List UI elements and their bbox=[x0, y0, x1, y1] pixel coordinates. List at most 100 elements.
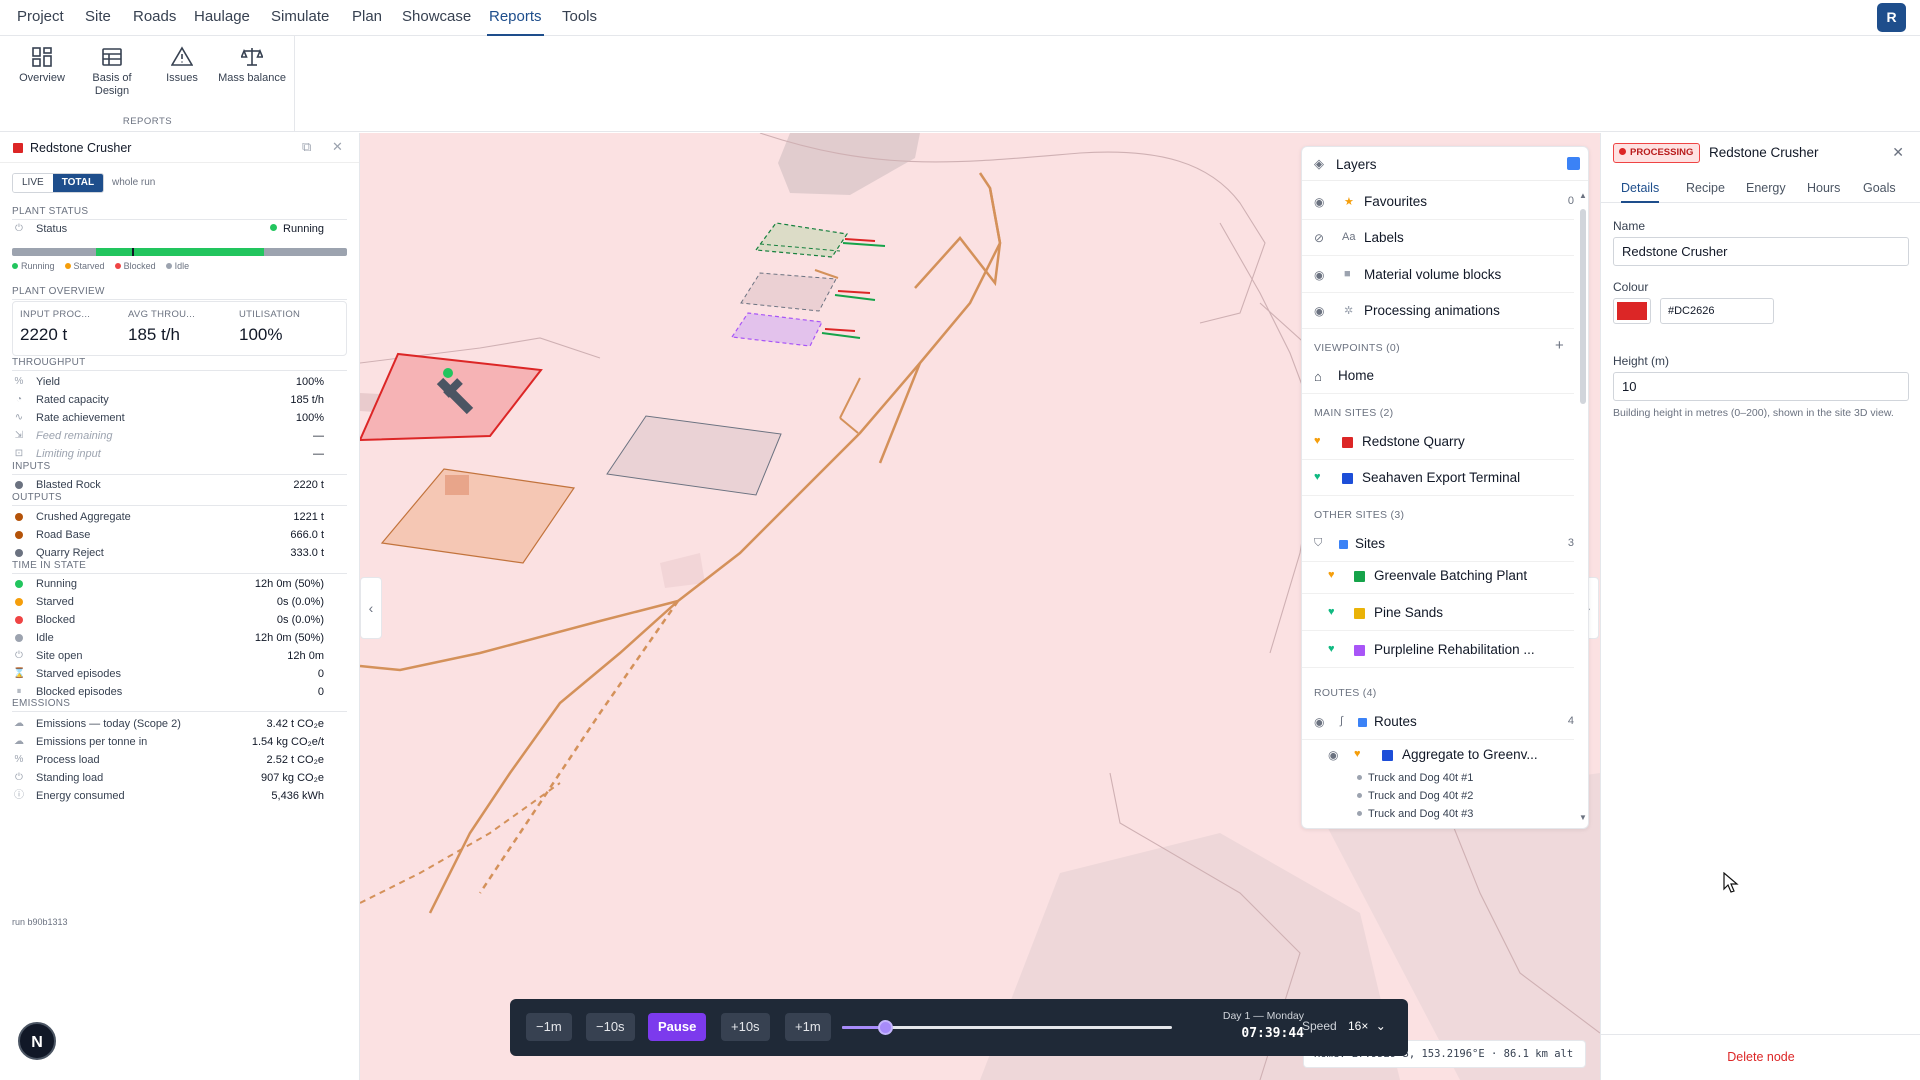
overview-button[interactable]: Overview bbox=[7, 46, 77, 85]
timeline-slider[interactable] bbox=[842, 1020, 1172, 1035]
eye-icon[interactable]: ◉ bbox=[1314, 195, 1324, 209]
heart-icon[interactable]: ♥ bbox=[1314, 471, 1321, 483]
layer-favourites[interactable]: ◉ ★ Favourites 0 bbox=[1302, 184, 1574, 220]
site-seahaven-export-terminal[interactable]: ♥ Seahaven Export Terminal bbox=[1302, 460, 1574, 496]
route-aggregate-to-greenvale[interactable]: ◉ ♥ Aggregate to Greenv... bbox=[1302, 737, 1574, 773]
block-icon: ■ bbox=[1344, 268, 1351, 280]
heart-icon[interactable]: ♥ bbox=[1354, 748, 1361, 760]
panel-title: Redstone Crusher bbox=[30, 141, 132, 155]
heart-icon[interactable]: ♥ bbox=[1328, 643, 1335, 655]
vehicle-item[interactable]: Truck and Dog 40t #3 bbox=[1357, 808, 1473, 820]
pause-button[interactable]: Pause bbox=[648, 1013, 707, 1041]
gauge-icon: ◔ bbox=[15, 394, 23, 405]
viewpoint-home[interactable]: ⌂ Home bbox=[1302, 358, 1574, 394]
height-input[interactable] bbox=[1613, 372, 1909, 401]
sites-group[interactable]: ⛉ Sites 3 bbox=[1302, 526, 1574, 562]
sim-day: Day 1 — Monday bbox=[1222, 1010, 1304, 1022]
row-time-idle: Idle 12h 0m (50%) bbox=[12, 630, 324, 648]
user-avatar[interactable]: R bbox=[1877, 3, 1906, 32]
section-time-in-state: TIME IN STATE bbox=[12, 560, 347, 574]
basis-of-design-button[interactable]: Basis of Design bbox=[77, 46, 147, 98]
popout-icon[interactable]: ⧉ bbox=[302, 139, 311, 155]
layer-count: 4 bbox=[1567, 715, 1574, 727]
layer-material-blocks[interactable]: ◉ ■ Material volume blocks bbox=[1302, 257, 1574, 293]
delete-node-button[interactable]: Delete node bbox=[1601, 1034, 1920, 1080]
state-dot bbox=[15, 580, 23, 588]
rewind-1m-button[interactable]: −1m bbox=[526, 1013, 572, 1041]
dev-tools-badge[interactable]: N bbox=[18, 1022, 56, 1060]
tab-recipe[interactable]: Recipe bbox=[1686, 181, 1725, 203]
mass-balance-button[interactable]: Mass balance bbox=[217, 46, 287, 85]
sim-clock: 07:39:44 bbox=[1241, 1026, 1304, 1041]
tab-details[interactable]: Details bbox=[1621, 181, 1660, 203]
vehicle-item[interactable]: Truck and Dog 40t #2 bbox=[1357, 790, 1473, 802]
menu-haulage[interactable]: Haulage bbox=[192, 0, 252, 36]
scroll-down-icon[interactable]: ▼ bbox=[1579, 813, 1587, 822]
timeline-knob[interactable] bbox=[877, 1020, 893, 1035]
row-label: Blasted Rock bbox=[36, 479, 101, 491]
menu-showcase[interactable]: Showcase bbox=[400, 0, 473, 36]
node-stats-panel: Redstone Crusher ⧉ ✕ LIVE TOTAL whole ru… bbox=[0, 133, 360, 1080]
name-input[interactable] bbox=[1613, 237, 1909, 266]
forward-10s-button[interactable]: +10s bbox=[721, 1013, 770, 1041]
menu-plan[interactable]: Plan bbox=[350, 0, 384, 36]
dashboard-icon bbox=[32, 47, 52, 67]
home-icon: ⌂ bbox=[1314, 369, 1322, 384]
site-purpleline[interactable]: ♥ Purpleline Rehabilitation ... bbox=[1302, 632, 1574, 668]
layer-labels[interactable]: ⊘ Aa Labels bbox=[1302, 220, 1574, 256]
site-pine-sands[interactable]: ♥ Pine Sands bbox=[1302, 595, 1574, 631]
heart-icon[interactable]: ♥ bbox=[1328, 606, 1335, 618]
height-help: Building height in metres (0–200), shown… bbox=[1613, 407, 1894, 419]
routes-group[interactable]: ◉ ∫ Routes 4 bbox=[1302, 704, 1574, 740]
speed-select[interactable]: 16× ⌄ bbox=[1348, 1019, 1386, 1033]
row-label: Quarry Reject bbox=[36, 547, 104, 559]
close-icon[interactable]: ✕ bbox=[332, 139, 343, 155]
rewind-10s-button[interactable]: −10s bbox=[586, 1013, 635, 1041]
eye-icon[interactable]: ◉ bbox=[1328, 748, 1338, 762]
scroll-up-icon[interactable]: ▲ bbox=[1579, 191, 1587, 200]
menu-roads[interactable]: Roads bbox=[131, 0, 178, 36]
hourglass-icon: ⌛ bbox=[13, 668, 26, 679]
menu-tools[interactable]: Tools bbox=[560, 0, 599, 36]
close-icon[interactable]: ✕ bbox=[1892, 144, 1904, 161]
site-greenvale[interactable]: ♥ Greenvale Batching Plant bbox=[1302, 558, 1574, 594]
heart-icon[interactable]: ♥ bbox=[1328, 569, 1335, 581]
eye-icon[interactable]: ◉ bbox=[1314, 268, 1324, 282]
kpi-input: INPUT PROC... 2220 t bbox=[20, 309, 90, 345]
legend-starved: Starved bbox=[65, 261, 105, 271]
mode-live[interactable]: LIVE bbox=[13, 174, 53, 192]
menu-site[interactable]: Site bbox=[83, 0, 113, 36]
tab-energy[interactable]: Energy bbox=[1746, 181, 1786, 203]
row-value: 0 bbox=[317, 668, 324, 680]
issues-button[interactable]: Issues bbox=[147, 46, 217, 85]
vehicle-item[interactable]: Truck and Dog 40t #1 bbox=[1357, 772, 1473, 784]
colour-picker[interactable] bbox=[1613, 298, 1651, 324]
state-dot bbox=[15, 616, 23, 624]
eye-icon[interactable]: ◉ bbox=[1314, 304, 1324, 318]
status-legend: Running Starved Blocked Idle bbox=[12, 261, 189, 271]
layer-label: Seahaven Export Terminal bbox=[1362, 470, 1521, 485]
filter-icon[interactable] bbox=[1567, 157, 1580, 170]
ribbon-group-label: REPORTS bbox=[122, 116, 173, 127]
menu-reports[interactable]: Reports bbox=[487, 0, 544, 36]
menu-project[interactable]: Project bbox=[15, 0, 66, 36]
colour-hex-input[interactable] bbox=[1660, 298, 1774, 324]
running-segment bbox=[96, 248, 264, 256]
layers-scrollbar[interactable]: ▲ ▼ bbox=[1579, 191, 1587, 822]
site-redstone-quarry[interactable]: ♥ Redstone Quarry bbox=[1302, 424, 1574, 460]
percent-icon: % bbox=[14, 754, 24, 765]
forward-1m-button[interactable]: +1m bbox=[785, 1013, 831, 1041]
scrollbar-thumb[interactable] bbox=[1580, 209, 1586, 404]
eye-off-icon[interactable]: ⊘ bbox=[1314, 231, 1324, 245]
eye-icon[interactable]: ◉ bbox=[1314, 715, 1324, 729]
collapse-left-panel-button[interactable]: ‹ bbox=[360, 577, 382, 639]
add-viewpoint-icon[interactable]: + bbox=[1555, 337, 1564, 354]
mode-total[interactable]: TOTAL bbox=[52, 174, 104, 192]
layers-panel: ◈ Layers ◉ ★ Favourites 0 ⊘ Aa Labels ◉ … bbox=[1301, 146, 1589, 829]
heart-icon[interactable]: ♥ bbox=[1314, 435, 1321, 447]
layer-processing-animations[interactable]: ◉ ✲ Processing animations bbox=[1302, 293, 1574, 329]
menu-simulate[interactable]: Simulate bbox=[269, 0, 331, 36]
row-starved-episodes: ⌛ Starved episodes 0 bbox=[12, 666, 324, 684]
tab-goals[interactable]: Goals bbox=[1863, 181, 1896, 203]
tab-hours[interactable]: Hours bbox=[1807, 181, 1840, 203]
